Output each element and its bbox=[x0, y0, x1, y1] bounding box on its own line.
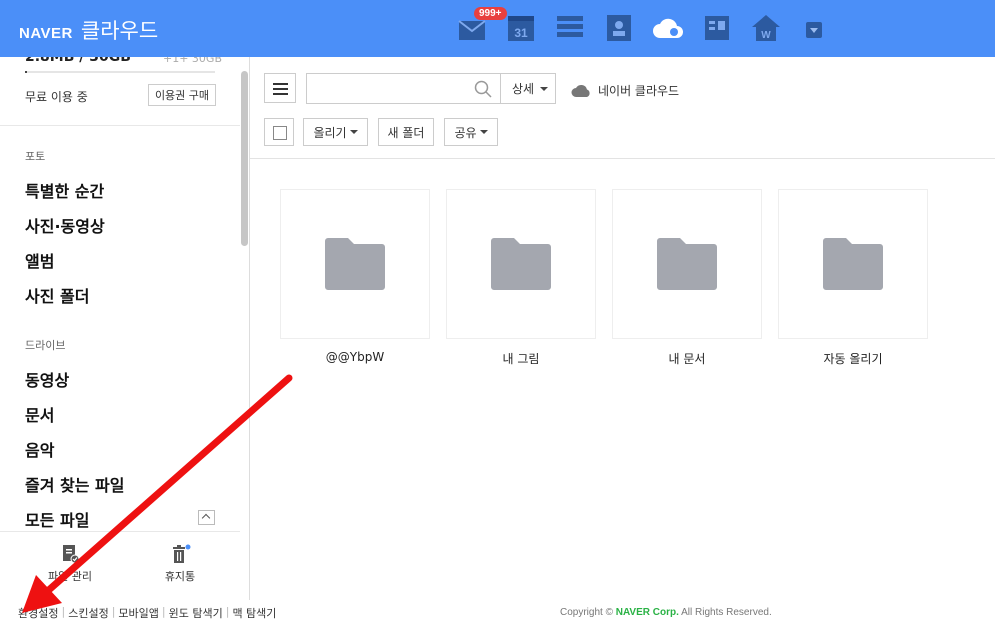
nav-special-moments[interactable]: 특별한 순간 bbox=[25, 178, 104, 202]
chevron-down-icon bbox=[479, 130, 488, 134]
more-apps-button[interactable] bbox=[806, 22, 822, 38]
footer-link-mobile-app[interactable]: 모바일앱 bbox=[118, 605, 158, 621]
menu-button[interactable] bbox=[264, 73, 296, 103]
folder-icon bbox=[325, 238, 385, 290]
cloud-logo-text: 클라우드 bbox=[80, 19, 159, 43]
brand-logo[interactable]: NAVER 클라우드 bbox=[19, 15, 158, 45]
search-icon[interactable] bbox=[474, 80, 492, 98]
cloud-icon[interactable] bbox=[652, 12, 684, 44]
calendar-icon[interactable]: 31 bbox=[505, 12, 537, 44]
search-box bbox=[306, 73, 501, 104]
svg-text:31: 31 bbox=[514, 26, 528, 40]
buy-plan-button[interactable]: 이용권 구매 bbox=[148, 84, 216, 106]
footer-link-mac-explorer[interactable]: 맥 탐색기 bbox=[232, 605, 276, 621]
svg-text:W: W bbox=[761, 30, 771, 41]
contacts-icon[interactable] bbox=[603, 12, 635, 44]
folder-item[interactable]: @@YbpW bbox=[280, 189, 430, 364]
nav-photo-folders[interactable]: 사진 폴더 bbox=[25, 283, 89, 307]
folder-icon bbox=[657, 238, 717, 290]
sidebar: 2.8MB / 30GB +1+ 30GB 무료 이용 중 이용권 구매 포토 … bbox=[0, 57, 250, 600]
naver-logo-text: NAVER bbox=[19, 25, 73, 42]
storage-progress-bar bbox=[25, 71, 215, 73]
folder-name[interactable]: @@YbpW bbox=[280, 350, 430, 364]
search-input[interactable] bbox=[307, 74, 467, 103]
folder-item[interactable]: 자동 올리기 bbox=[778, 189, 928, 367]
home-icon[interactable]: W bbox=[750, 12, 782, 44]
nav-all-files[interactable]: 모든 파일 bbox=[25, 507, 89, 531]
sidebar-scrollbar[interactable] bbox=[241, 71, 248, 246]
folder-icon bbox=[823, 238, 883, 290]
footer-links: 환경설정 | 스킨설정 | 모바일앱 | 윈도 탐색기 | 맥 탐색기 bbox=[18, 605, 277, 621]
chevron-down-icon bbox=[349, 130, 358, 134]
nav-photos-videos[interactable]: 사진·동영상 bbox=[25, 213, 105, 237]
location-label: 네이버 클라우드 bbox=[571, 82, 679, 99]
nav-albums[interactable]: 앨범 bbox=[25, 248, 54, 272]
drive-section-title: 드라이브 bbox=[25, 339, 66, 352]
trash-icon bbox=[173, 544, 191, 563]
nav-favorites[interactable]: 즐겨 찾는 파일 bbox=[25, 472, 124, 496]
share-button[interactable]: 공유 bbox=[444, 118, 498, 146]
plan-status: 무료 이용 중 bbox=[25, 90, 88, 104]
upload-button[interactable]: 올리기 bbox=[303, 118, 368, 146]
folder-name[interactable]: 내 그림 bbox=[446, 350, 596, 367]
folder-item[interactable]: 내 그림 bbox=[446, 189, 596, 367]
memo-icon[interactable] bbox=[701, 12, 733, 44]
nav-music[interactable]: 음악 bbox=[25, 437, 54, 461]
photo-section-title: 포토 bbox=[25, 150, 46, 163]
top-header: NAVER 클라우드 999+ 31 W bbox=[0, 0, 995, 57]
divider bbox=[250, 158, 995, 159]
footer-link-settings[interactable]: 환경설정 bbox=[18, 605, 58, 621]
mail-icon[interactable]: 999+ bbox=[456, 7, 507, 44]
trash-label: 휴지통 bbox=[164, 570, 196, 583]
nav-videos[interactable]: 동영상 bbox=[25, 367, 69, 391]
storage-usage: 2.8MB / 30GB bbox=[25, 57, 131, 65]
nav-documents[interactable]: 문서 bbox=[25, 402, 54, 426]
chevron-down-icon bbox=[540, 86, 549, 91]
file-manage-label: 파일 관리 bbox=[48, 570, 92, 583]
storage-progress-fill bbox=[25, 71, 27, 73]
storage-extra: +1+ 30GB bbox=[163, 57, 222, 65]
folder-icon bbox=[491, 238, 551, 290]
footer-link-skin[interactable]: 스킨설정 bbox=[68, 605, 108, 621]
app-switcher: 999+ 31 W bbox=[456, 7, 799, 44]
new-folder-button[interactable]: 새 폴더 bbox=[378, 118, 434, 146]
collapse-button[interactable] bbox=[198, 510, 215, 525]
file-manage-button[interactable]: 파일 관리 bbox=[45, 544, 95, 584]
select-all-checkbox[interactable] bbox=[264, 118, 294, 146]
file-manage-icon bbox=[63, 545, 80, 564]
footer-link-windows-explorer[interactable]: 윈도 탐색기 bbox=[169, 605, 223, 621]
folder-item[interactable]: 내 문서 bbox=[612, 189, 762, 367]
folder-name[interactable]: 내 문서 bbox=[612, 350, 762, 367]
naver-corp-link[interactable]: NAVER Corp. bbox=[616, 607, 679, 618]
list-icon[interactable] bbox=[554, 12, 586, 44]
folder-name[interactable]: 자동 올리기 bbox=[778, 350, 928, 367]
copyright: Copyright © NAVER Corp. All Rights Reser… bbox=[560, 607, 772, 618]
sidebar-tools: 파일 관리 휴지통 bbox=[0, 531, 240, 600]
cloud-icon bbox=[571, 84, 590, 97]
divider bbox=[0, 125, 240, 126]
mail-count-badge: 999+ bbox=[474, 7, 507, 20]
detail-search-button[interactable]: 상세 bbox=[500, 73, 556, 104]
trash-button[interactable]: 휴지통 bbox=[158, 544, 202, 584]
